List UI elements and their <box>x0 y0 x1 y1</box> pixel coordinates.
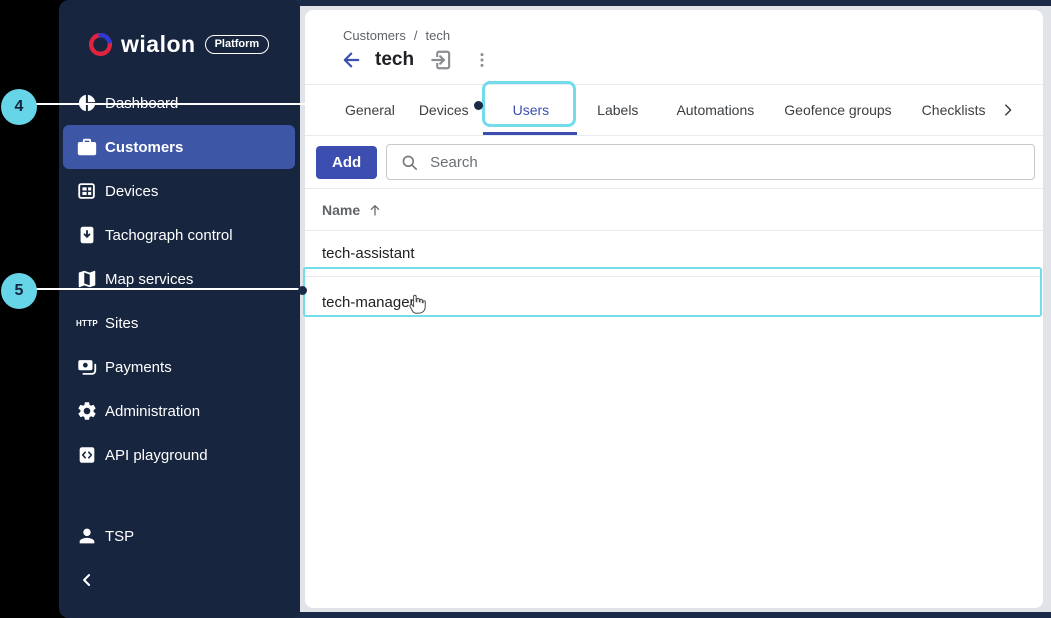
tabs: General Devices Users Labels Automations… <box>305 85 1043 136</box>
annotation-dot-5 <box>298 286 307 295</box>
breadcrumb-tech[interactable]: tech <box>425 28 450 43</box>
add-button[interactable]: Add <box>316 145 378 179</box>
sidebar: wialon Platform Dashboard Customers Devi… <box>59 0 300 618</box>
search-box <box>386 144 1035 180</box>
sidebar-item-devices[interactable]: Devices <box>63 169 295 213</box>
annotation-line-5 <box>19 288 300 290</box>
back-button[interactable] <box>339 48 363 72</box>
gear-icon <box>75 399 99 423</box>
breadcrumb: Customers / tech <box>305 10 1043 44</box>
sidebar-item-sites[interactable]: HTTP Sites <box>63 301 295 345</box>
tab-checklists[interactable]: Checklists <box>922 85 986 135</box>
sidebar-item-label: Map services <box>105 270 194 288</box>
sidebar-item-label: Tachograph control <box>105 226 233 244</box>
api-code-icon <box>75 443 99 467</box>
http-icon: HTTP <box>75 318 99 328</box>
annotation-badge-5: 5 <box>1 273 37 309</box>
logo: wialon Platform <box>59 0 300 62</box>
annotation-badge-4: 4 <box>1 89 37 125</box>
tab-devices[interactable]: Devices <box>419 85 469 135</box>
table-header[interactable]: Name <box>305 189 1043 231</box>
kebab-menu-icon <box>480 53 484 67</box>
sidebar-item-label: API playground <box>105 446 208 464</box>
briefcase-icon <box>75 135 99 159</box>
sidebar-item-api-playground[interactable]: API playground <box>63 433 295 477</box>
annotation-line-4 <box>19 103 476 105</box>
sidebar-item-tsp[interactable]: TSP <box>63 514 295 558</box>
login-as-button[interactable] <box>428 47 454 73</box>
brand-name: wialon <box>121 30 196 57</box>
back-arrow-icon <box>343 52 360 68</box>
breadcrumb-customers[interactable]: Customers <box>343 28 406 43</box>
sidebar-collapse-button[interactable] <box>63 558 295 602</box>
toolbar: Add <box>305 136 1043 189</box>
page-title: tech <box>375 49 415 70</box>
tab-labels[interactable]: Labels <box>597 85 638 135</box>
sort-ascending-icon <box>367 202 383 218</box>
annotation-highlight-users-tab <box>482 81 576 127</box>
sidebar-item-label: Devices <box>105 182 159 200</box>
sidebar-item-tachograph[interactable]: Tachograph control <box>63 213 295 257</box>
tab-geofence-groups[interactable]: Geofence groups <box>784 85 891 135</box>
wialon-logo-icon <box>88 32 113 56</box>
sidebar-item-label: Sites <box>105 314 139 332</box>
sidebar-item-label: TSP <box>105 527 135 545</box>
sidebar-item-map-services[interactable]: Map services <box>63 257 295 301</box>
sidebar-footer: TSP <box>59 514 300 602</box>
user-name: tech-assistant <box>322 245 415 262</box>
more-menu-button[interactable] <box>472 50 492 70</box>
annotation-dot-4 <box>474 101 483 110</box>
column-name-label: Name <box>322 201 361 218</box>
platform-badge: Platform <box>204 34 270 54</box>
sidebar-item-label: Customers <box>105 138 184 156</box>
tab-automations[interactable]: Automations <box>676 85 754 135</box>
sidebar-item-payments[interactable]: Payments <box>63 345 295 389</box>
sidebar-item-label: Payments <box>105 358 172 376</box>
sidebar-item-customers[interactable]: Customers <box>63 125 295 169</box>
search-icon <box>402 155 418 170</box>
chevron-left-icon <box>75 568 99 592</box>
login-icon <box>431 50 451 70</box>
tachograph-download-icon <box>75 223 99 247</box>
sidebar-nav: Dashboard Customers Devices Tachograph c… <box>59 81 300 477</box>
sidebar-item-administration[interactable]: Administration <box>63 389 295 433</box>
sidebar-item-label: Administration <box>105 402 201 420</box>
devices-grid-icon <box>75 179 99 203</box>
breadcrumb-separator: / <box>413 27 418 43</box>
chevron-right-icon <box>1005 104 1012 116</box>
person-icon <box>75 524 99 548</box>
payments-card-icon <box>75 355 99 379</box>
tab-general[interactable]: General <box>345 85 395 135</box>
hand-cursor-icon <box>409 294 426 314</box>
tabs-overflow-button[interactable] <box>999 101 1017 119</box>
title-row: tech <box>305 44 1043 76</box>
search-input[interactable] <box>430 153 1034 171</box>
